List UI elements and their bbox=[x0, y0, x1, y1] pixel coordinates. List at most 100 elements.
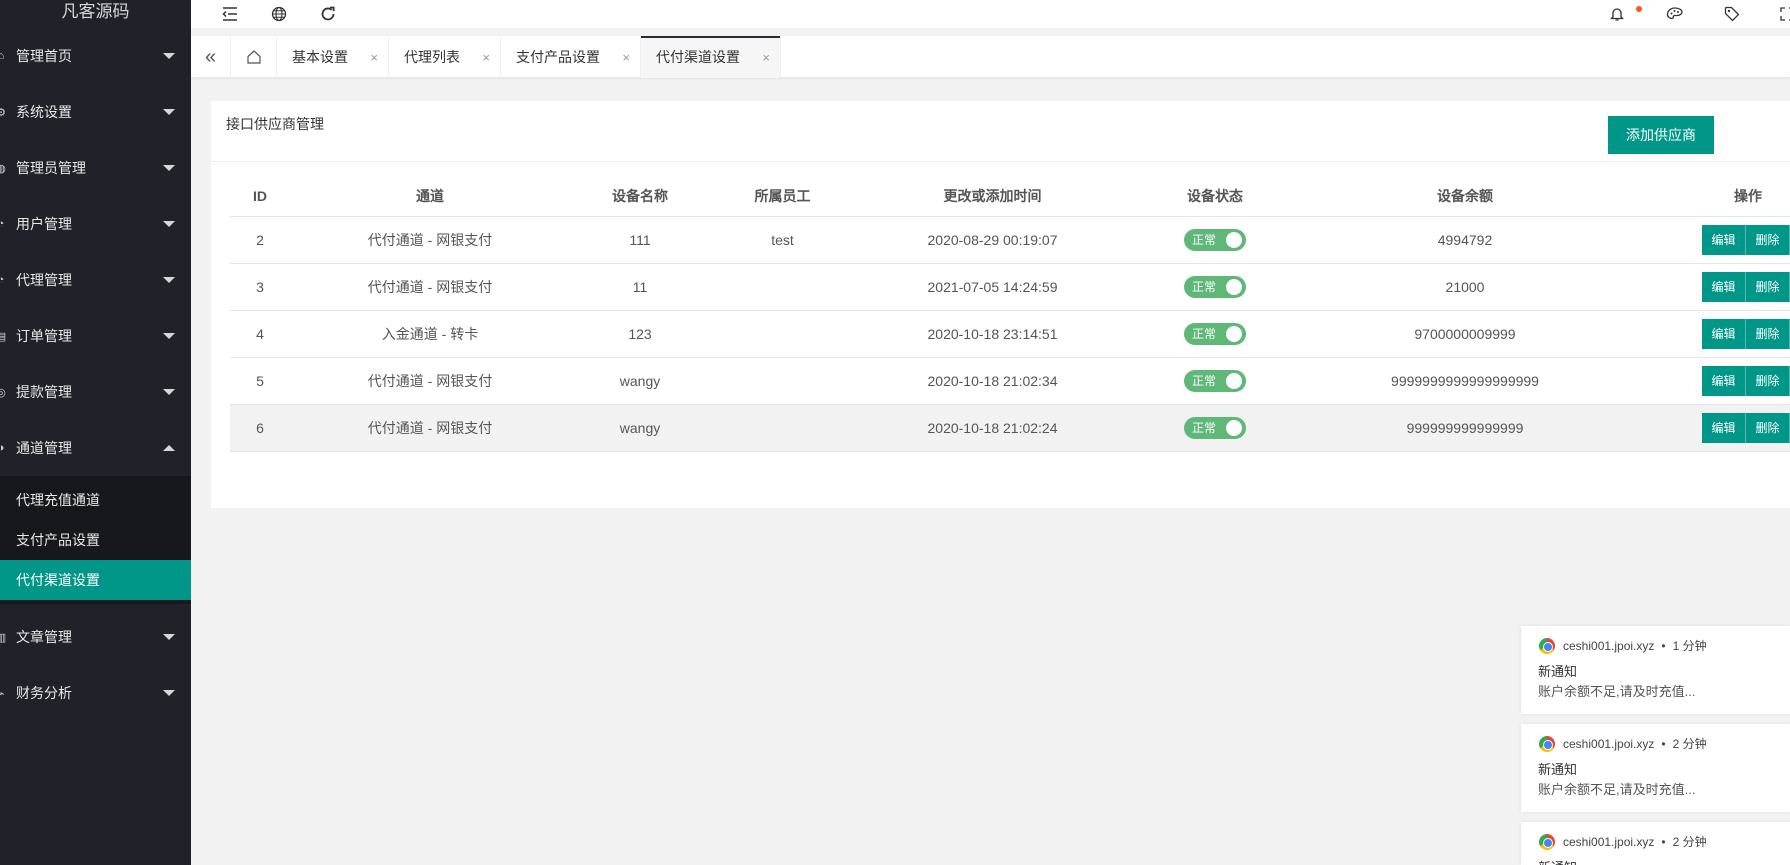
double-chevron-left-icon[interactable]: « bbox=[191, 36, 231, 78]
status-switch[interactable]: 正常 bbox=[1184, 275, 1246, 298]
table-row: 6 代付通道 - 网银支付 wangy 2020-10-18 21:02:24 … bbox=[230, 404, 1790, 452]
sidebar-menu: ⌂ 管理首页 ⚙ 系统设置 ◍ 管理员管理 ◔ 用户管理 ◔ 代理管理 ▤ 订单管理 ◎ 提款… bbox=[0, 28, 191, 476]
switch-knob bbox=[1226, 372, 1242, 389]
fullscreen-icon[interactable] bbox=[1776, 4, 1790, 24]
tab-label: 代付渠道设置 bbox=[656, 49, 740, 65]
status-switch[interactable]: 正常 bbox=[1184, 416, 1246, 439]
page-title: 接口供应商管理 bbox=[226, 116, 324, 132]
close-icon[interactable]: × bbox=[482, 50, 490, 65]
cell-time: 2020-10-18 21:02:24 bbox=[855, 404, 1130, 452]
sidebar-item-home[interactable]: ⌂ 管理首页 bbox=[0, 28, 191, 84]
logo: 凡客源码 bbox=[61, 2, 130, 21]
globe-icon[interactable] bbox=[268, 4, 290, 24]
cell-device: wangy bbox=[570, 404, 710, 452]
cell-id: 3 bbox=[230, 263, 290, 311]
sidebar-item-system-settings[interactable]: ⚙ 系统设置 bbox=[0, 84, 191, 140]
chevron-up-icon bbox=[163, 445, 175, 451]
delete-button[interactable]: 删除 bbox=[1746, 271, 1790, 302]
cell-channel: 入金通道 - 转卡 bbox=[290, 310, 570, 358]
notification-card[interactable]: ceshi001.jpoi.xyz • 1 分钟 新通知 账户余额不足,请及时充值.… bbox=[1521, 626, 1790, 714]
delete-button[interactable]: 删除 bbox=[1746, 412, 1790, 443]
tag-icon[interactable] bbox=[1721, 4, 1743, 24]
table-row: 2 代付通道 - 网银支付 111 test 2020-08-29 00:19:… bbox=[230, 216, 1790, 264]
sidebar-item-order-management[interactable]: ▤ 订单管理 bbox=[0, 308, 191, 364]
withdraw-icon: ◎ bbox=[0, 386, 6, 399]
tab-home[interactable] bbox=[231, 36, 277, 78]
close-icon[interactable]: × bbox=[762, 50, 770, 65]
table-header-row: ID 通道 设备名称 所属员工 更改或添加时间 设备状态 设备余额 操作 bbox=[230, 176, 1790, 217]
chrome-icon bbox=[1539, 637, 1555, 654]
sidebar-item-label: 财务分析 bbox=[16, 685, 72, 701]
edit-button[interactable]: 编辑 bbox=[1702, 271, 1746, 302]
edit-button[interactable]: 编辑 bbox=[1702, 365, 1746, 396]
edit-button[interactable]: 编辑 bbox=[1702, 318, 1746, 349]
delete-button[interactable]: 删除 bbox=[1746, 224, 1790, 255]
sidebar-item-label: 用户管理 bbox=[16, 216, 72, 232]
sidebar-item-label: 管理员管理 bbox=[16, 160, 86, 176]
sidebar-subitem-payment-product-settings[interactable]: 支付产品设置 bbox=[0, 520, 191, 560]
sidebar-item-label: 系统设置 bbox=[16, 104, 72, 120]
sidebar-item-user-management[interactable]: ◔ 用户管理 bbox=[0, 196, 191, 252]
tab-payment-product-settings[interactable]: 支付产品设置 × bbox=[501, 36, 641, 78]
notification-body: 账户余额不足,请及时充值... bbox=[1538, 684, 1696, 699]
sidebar-item-admin-management[interactable]: ◍ 管理员管理 bbox=[0, 140, 191, 196]
home-icon bbox=[246, 50, 261, 64]
close-icon[interactable]: × bbox=[370, 50, 378, 65]
tab-label: 支付产品设置 bbox=[516, 49, 600, 65]
status-switch[interactable]: 正常 bbox=[1184, 369, 1246, 392]
cell-id: 6 bbox=[230, 404, 290, 452]
sidebar-item-channel-management[interactable]: ◑ 通道管理 bbox=[0, 420, 191, 476]
add-supplier-button[interactable]: 添加供应商 bbox=[1608, 116, 1714, 154]
separator-dot: • bbox=[1661, 834, 1666, 849]
delete-button[interactable]: 删除 bbox=[1746, 365, 1790, 396]
edit-button[interactable]: 编辑 bbox=[1702, 412, 1746, 443]
chevron-down-icon bbox=[163, 221, 175, 227]
sidebar-item-label: 代理管理 bbox=[16, 272, 72, 288]
sidebar-item-article-management[interactable]: ▥ 文章管理 bbox=[0, 609, 191, 665]
sidebar-item-withdraw-management[interactable]: ◎ 提款管理 bbox=[0, 364, 191, 420]
status-switch[interactable]: 正常 bbox=[1184, 322, 1246, 345]
delete-button[interactable]: 删除 bbox=[1746, 318, 1790, 349]
sidebar-item-agent-management[interactable]: ◔ 代理管理 bbox=[0, 252, 191, 308]
cell-time: 2020-10-18 23:14:51 bbox=[855, 310, 1130, 358]
notification-source: ceshi001.jpoi.xyz • 2 分钟 bbox=[1539, 833, 1707, 850]
palette-icon[interactable] bbox=[1664, 4, 1686, 24]
notification-card[interactable]: ceshi001.jpoi.xyz • 2 分钟 新通知 bbox=[1521, 822, 1790, 865]
column-header: 所属员工 bbox=[710, 176, 855, 217]
notification-card[interactable]: ceshi001.jpoi.xyz • 2 分钟 新通知 账户余额不足,请及时充值.… bbox=[1521, 724, 1790, 812]
sidebar-item-finance-analysis[interactable]: ⌁ 财务分析 bbox=[0, 665, 191, 721]
notification-source: ceshi001.jpoi.xyz • 2 分钟 bbox=[1539, 735, 1707, 752]
cell-staff bbox=[710, 263, 855, 311]
tab-agent-list[interactable]: 代理列表 × bbox=[389, 36, 501, 78]
agent-icon: ◔ bbox=[0, 274, 5, 286]
tab-basic-settings[interactable]: 基本设置 × bbox=[277, 36, 389, 78]
chevron-down-icon bbox=[163, 53, 175, 59]
cell-id: 5 bbox=[230, 357, 290, 405]
sidebar-subitem-payout-channel-settings[interactable]: 代付渠道设置 bbox=[0, 560, 191, 600]
refresh-icon[interactable] bbox=[317, 4, 339, 24]
close-icon[interactable]: × bbox=[622, 50, 630, 65]
notification-body: 账户余额不足,请及时充值... bbox=[1538, 782, 1696, 797]
chevron-down-icon bbox=[163, 333, 175, 339]
supplier-card: 接口供应商管理 添加供应商 ID 通道 设备名称 所属员工 更改或添加时间 设备… bbox=[211, 101, 1790, 508]
bell-icon[interactable] bbox=[1606, 4, 1628, 24]
notification-time: 2 分钟 bbox=[1672, 835, 1707, 849]
cell-status: 正常 bbox=[1130, 263, 1300, 311]
status-label: 正常 bbox=[1192, 326, 1217, 341]
switch-knob bbox=[1226, 278, 1242, 295]
cell-actions: 编辑 删除 bbox=[1630, 263, 1790, 311]
sidebar-item-label: 提款管理 bbox=[16, 384, 72, 400]
notification-title: 新通知 bbox=[1538, 762, 1578, 777]
edit-button[interactable]: 编辑 bbox=[1702, 224, 1746, 255]
cell-time: 2021-07-05 14:24:59 bbox=[855, 263, 1130, 311]
collapse-menu-icon[interactable] bbox=[219, 4, 241, 24]
column-header: 通道 bbox=[290, 176, 570, 217]
article-icon: ▥ bbox=[0, 631, 7, 644]
status-switch[interactable]: 正常 bbox=[1184, 228, 1246, 251]
column-header: 操作 bbox=[1630, 176, 1790, 217]
cell-staff bbox=[710, 404, 855, 452]
tab-payout-channel-settings[interactable]: 代付渠道设置 × bbox=[641, 36, 781, 78]
switch-knob bbox=[1226, 231, 1242, 248]
sidebar-subitem-agent-recharge-channel[interactable]: 代理充值通道 bbox=[0, 480, 191, 520]
cell-channel: 代付通道 - 网银支付 bbox=[290, 404, 570, 452]
